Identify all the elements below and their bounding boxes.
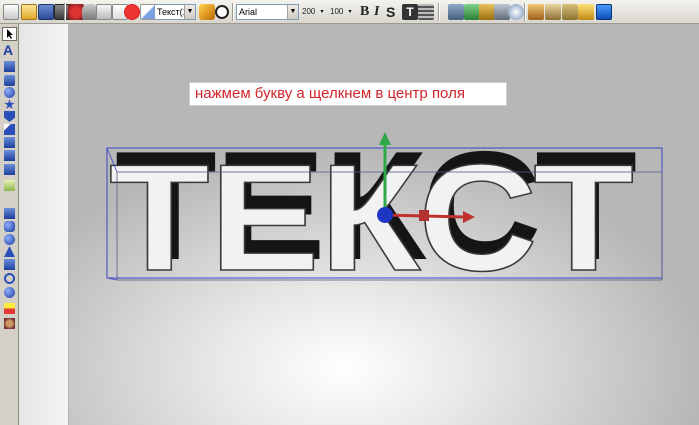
shield-icon[interactable] [4,111,15,122]
letter-t-icon[interactable] [528,4,544,20]
copy-icon[interactable] [96,4,112,20]
beam-icon[interactable] [545,4,561,20]
gear-icon[interactable] [4,287,15,298]
delete-icon[interactable] [124,4,140,20]
strike-button[interactable]: S [386,4,395,20]
pointer-icon [7,29,13,39]
cube-icon[interactable] [4,61,15,72]
italic-button[interactable]: I [374,4,379,20]
scale-value[interactable]: 100 [330,5,343,19]
capsule-icon[interactable] [4,234,15,245]
new-file-icon[interactable] [3,4,19,20]
letter-i-icon[interactable] [4,150,15,161]
chevron-down-icon[interactable]: ▼ [184,5,195,19]
text-tool-button[interactable]: T [402,4,418,20]
object-select[interactable]: Текст(1) ▼ [154,4,196,20]
sphere-icon[interactable] [4,87,15,98]
hint-label: нажмем букву а щелкнем в центр поля [189,82,507,106]
size-value[interactable]: 200 [302,5,315,19]
pencil-icon[interactable] [199,4,215,20]
save-icon[interactable] [38,4,54,20]
cube-outline-icon[interactable] [479,4,495,20]
tool-palette: A [0,24,19,425]
font-select[interactable]: Arial ▼ [236,4,299,20]
scale-spin-icon[interactable]: ▾ [346,5,354,19]
frame-icon[interactable] [562,4,578,20]
box-icon[interactable] [4,75,15,86]
lamp-icon[interactable] [4,303,15,314]
ring-icon[interactable] [4,273,15,284]
layers-icon[interactable] [418,4,434,20]
star-icon[interactable] [4,99,15,110]
toolbar-separator [438,3,439,21]
object-list-panel[interactable] [19,24,69,425]
pen-icon[interactable] [4,124,15,135]
image-icon[interactable] [4,180,15,191]
grid-icon[interactable] [464,4,480,20]
bevel-icon[interactable] [4,208,15,219]
chevron-down-icon[interactable]: ▼ [287,5,298,19]
chart-icon[interactable] [448,4,464,20]
3d-viewport[interactable]: ТЕКСТ ТЕКСТ нажмем букву а щелкнем в цен… [69,24,699,425]
toolbar-separator [64,3,65,21]
bold-button[interactable]: B [360,4,369,20]
gizmo-center-icon[interactable] [377,207,393,223]
cone-icon[interactable] [4,246,15,257]
sphere-icon[interactable] [508,4,524,20]
tube-icon[interactable] [4,259,15,270]
gizmo-x-handle[interactable] [419,210,429,221]
toolbar-separator [524,3,525,21]
text-tool-icon[interactable]: A [3,42,13,58]
play-icon[interactable] [215,5,229,19]
size-spin-icon[interactable]: ▾ [318,5,326,19]
toolbar-separator [232,3,233,21]
font-select-value: Arial [239,7,258,17]
lamp-icon[interactable] [578,4,594,20]
eye-icon[interactable] [4,318,15,329]
cylinder-icon[interactable] [4,221,15,232]
s-shape-icon[interactable] [4,164,15,175]
main-toolbar: Текст(1) ▼ Arial ▼ 200 ▾ 100 ▾ B I S T [0,0,699,24]
open-folder-icon[interactable] [21,4,37,20]
window-icon[interactable] [596,4,612,20]
pointer-tool[interactable] [2,27,17,41]
clock-icon[interactable] [4,137,15,148]
